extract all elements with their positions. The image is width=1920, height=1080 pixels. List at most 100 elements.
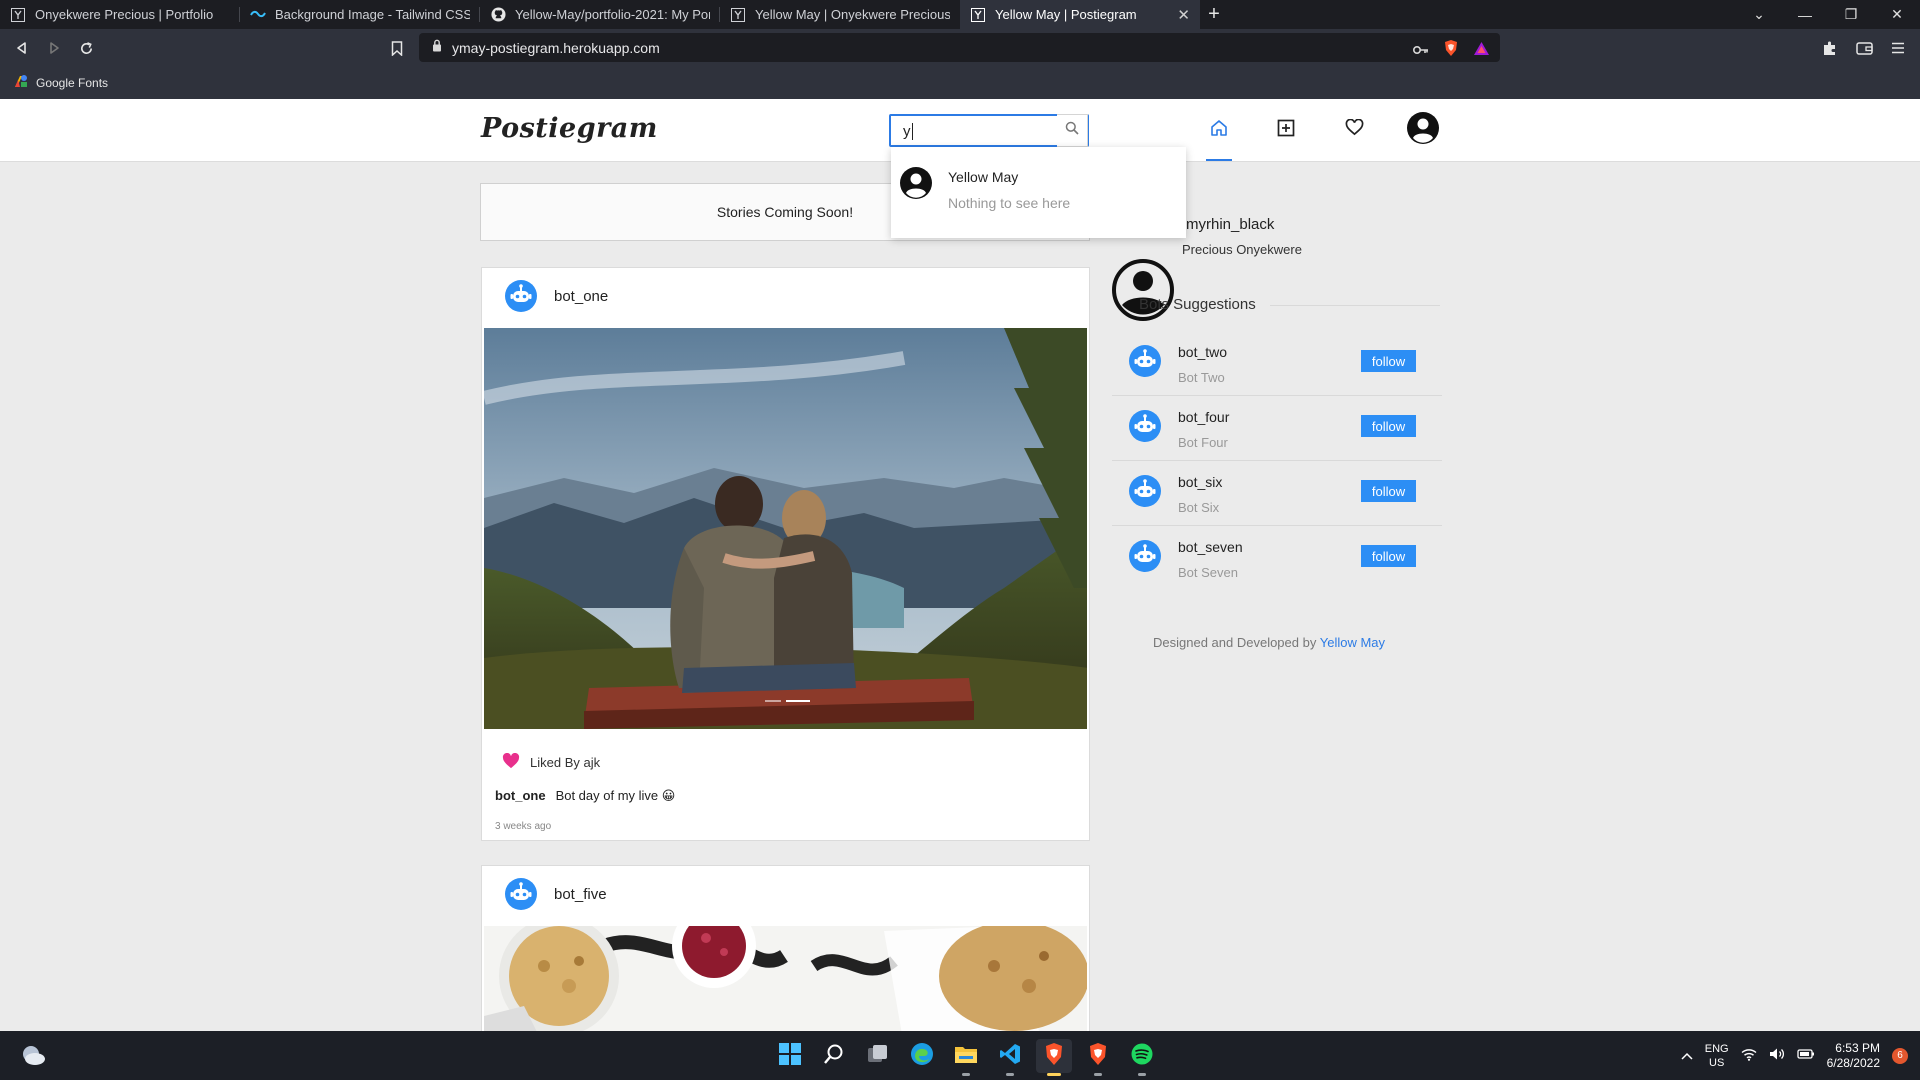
follow-button[interactable]: follow: [1361, 350, 1416, 372]
profile-nav-button[interactable]: [1407, 111, 1439, 146]
follow-button[interactable]: follow: [1361, 480, 1416, 502]
browser-tab-active[interactable]: Yellow May | Postiegram ✕: [960, 0, 1200, 29]
key-icon[interactable]: [1412, 42, 1429, 60]
suggestion-full-name: Bot Two: [1178, 370, 1225, 385]
browser-tab[interactable]: Yellow May | Onyekwere Precious: [720, 0, 960, 29]
brave-rewards-icon[interactable]: [1473, 41, 1490, 61]
task-view-button[interactable]: [860, 1039, 896, 1073]
profile-full-name: Precious Onyekwere: [1182, 242, 1302, 257]
home-icon: [1209, 118, 1229, 143]
brave-shields-icon[interactable]: [1443, 39, 1459, 62]
new-tab-button[interactable]: +: [1200, 0, 1228, 29]
caption-username[interactable]: bot_one: [495, 788, 546, 803]
battery-icon[interactable]: [1796, 1048, 1815, 1063]
post-username[interactable]: bot_five: [554, 886, 607, 903]
windows-logo-icon: [779, 1042, 801, 1070]
suggestion-username[interactable]: bot_six: [1178, 474, 1222, 490]
suggestion-username[interactable]: bot_two: [1178, 344, 1227, 360]
post-image[interactable]: [484, 926, 1087, 1031]
wallet-icon[interactable]: [1854, 38, 1874, 58]
file-explorer-button[interactable]: [948, 1039, 984, 1076]
heading-divider: [1270, 305, 1440, 306]
post-username[interactable]: bot_one: [554, 288, 608, 305]
post-image[interactable]: [484, 328, 1087, 729]
follow-button[interactable]: follow: [1361, 545, 1416, 567]
y-favicon-icon: [970, 7, 986, 23]
footer-credit: Designed and Developed by Yellow May: [1153, 635, 1385, 650]
bot-avatar-icon[interactable]: [1129, 345, 1161, 382]
post-header: bot_five: [482, 866, 1089, 926]
home-nav-button[interactable]: [1206, 117, 1232, 143]
github-icon: [490, 7, 506, 23]
search-result-subtitle: Nothing to see here: [948, 195, 1071, 211]
search-input-value: y: [903, 123, 911, 140]
suggestion-item: bot_four Bot Four follow: [1112, 396, 1442, 461]
active-nav-indicator: [1206, 159, 1232, 161]
tab-search-icon[interactable]: ⌄: [1736, 0, 1782, 29]
bookmarks-bar: Google Fonts: [0, 66, 1920, 99]
edge-icon: [910, 1042, 934, 1071]
edge-button[interactable]: [904, 1039, 940, 1073]
back-icon[interactable]: [12, 38, 32, 58]
weather-icon[interactable]: [20, 1043, 46, 1072]
language-indicator[interactable]: ENG US: [1705, 1042, 1729, 1070]
bot-avatar-icon[interactable]: [1129, 540, 1161, 577]
restore-button[interactable]: ❐: [1828, 0, 1874, 29]
minimize-button[interactable]: —: [1782, 0, 1828, 29]
url-bar[interactable]: ymay-postiegram.herokuapp.com: [419, 33, 1500, 62]
extensions-icon[interactable]: [1820, 38, 1840, 58]
activity-nav-button[interactable]: [1341, 117, 1367, 143]
menu-icon[interactable]: [1888, 38, 1908, 58]
wifi-icon[interactable]: [1741, 1048, 1757, 1064]
browser-tab[interactable]: Background Image - Tailwind CSS: [240, 0, 480, 29]
reload-icon[interactable]: [76, 38, 96, 58]
vscode-button[interactable]: [992, 1039, 1028, 1076]
system-tray: ENG US 6:53 PM 6/28/2022 6: [1681, 1031, 1908, 1080]
bot-avatar-icon[interactable]: [505, 878, 537, 915]
suggestion-full-name: Bot Four: [1178, 435, 1228, 450]
bot-avatar-icon[interactable]: [505, 280, 537, 317]
close-tab-icon[interactable]: ✕: [1177, 6, 1190, 24]
suggestion-item: bot_seven Bot Seven follow: [1112, 526, 1442, 591]
suggestion-item: bot_six Bot Six follow: [1112, 461, 1442, 526]
liked-by-text: Liked By ajk: [530, 755, 601, 770]
postiegram-page: Postiegram y Yellow May Nothing to see h…: [0, 99, 1920, 1031]
suggestion-username[interactable]: bot_four: [1178, 409, 1229, 425]
post-caption: bot_one Bot day of my live 😀: [495, 788, 675, 804]
task-view-icon: [867, 1044, 889, 1069]
bot-avatar-icon[interactable]: [1129, 410, 1161, 447]
app-logo[interactable]: Postiegram: [481, 113, 658, 144]
credit-link[interactable]: Yellow May: [1320, 635, 1385, 650]
brave-beta-button[interactable]: [1080, 1039, 1116, 1076]
taskbar-search-button[interactable]: [816, 1039, 852, 1073]
url-text: ymay-postiegram.herokuapp.com: [452, 39, 660, 56]
profile-username[interactable]: myrhin_black: [1186, 216, 1274, 233]
credit-text: Designed and Developed by: [1153, 635, 1317, 650]
browser-tab[interactable]: Onyekwere Precious | Portfolio: [0, 0, 240, 29]
clock[interactable]: 6:53 PM 6/28/2022: [1827, 1041, 1880, 1071]
suggestion-username[interactable]: bot_seven: [1178, 539, 1243, 555]
brave-button-active[interactable]: [1036, 1039, 1072, 1076]
carousel-indicator[interactable]: [765, 700, 810, 702]
follow-button[interactable]: follow: [1361, 415, 1416, 437]
search-icon: [823, 1043, 845, 1070]
volume-icon[interactable]: [1769, 1047, 1785, 1064]
bookmark-icon[interactable]: [387, 38, 407, 58]
post-card: bot_one Liked By ajk bot_one Bot day of …: [481, 267, 1090, 841]
bookmark-google-fonts[interactable]: Google Fonts: [14, 74, 108, 91]
notification-badge[interactable]: 6: [1892, 1047, 1908, 1064]
start-button[interactable]: [772, 1039, 808, 1073]
heart-icon: [1345, 118, 1364, 141]
bot-avatar-icon[interactable]: [1129, 475, 1161, 512]
suggestions-heading: Bots Suggestions: [1139, 296, 1256, 313]
spotify-button[interactable]: [1124, 1039, 1160, 1076]
like-heart-icon[interactable]: [502, 752, 520, 772]
tab-title: Yellow May | Postiegram: [995, 7, 1137, 22]
chevron-up-icon[interactable]: [1681, 1049, 1693, 1063]
close-window-button[interactable]: ✕: [1874, 0, 1920, 29]
new-post-nav-button[interactable]: [1273, 117, 1299, 143]
forward-icon[interactable]: [44, 38, 64, 58]
add-square-icon: [1277, 119, 1295, 142]
search-button[interactable]: [1057, 114, 1088, 147]
browser-tab[interactable]: Yellow-May/portfolio-2021: My Portfo: [480, 0, 720, 29]
